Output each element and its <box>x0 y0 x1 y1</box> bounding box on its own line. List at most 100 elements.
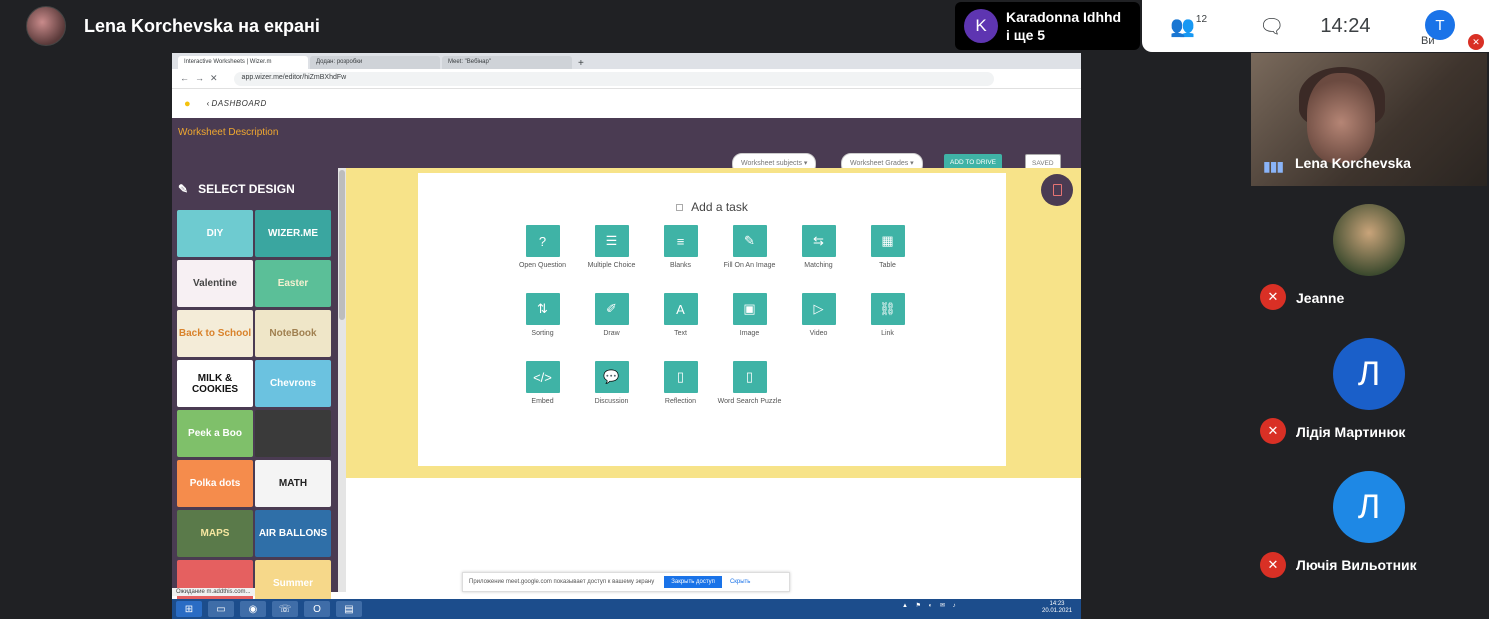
checkbox-icon <box>676 204 684 211</box>
task-type-button[interactable]: ☰ Multiple Choice <box>577 225 646 293</box>
task-type-icon: ⛓ <box>870 293 905 325</box>
other-participant-name: Karadonna Idhhd <box>1006 9 1122 25</box>
meeting-controls: 👥 12 🗨 14:24 T Ви ✕ <box>1142 0 1489 52</box>
worksheet-description[interactable]: Worksheet Description <box>178 127 278 138</box>
design-thumbnail[interactable]: DIY <box>177 210 253 257</box>
task-type-button[interactable]: ⛓ Link <box>853 293 922 361</box>
design-thumbnail[interactable]: Back to School <box>177 310 253 357</box>
chrome-icon[interactable]: ◉ <box>240 601 266 617</box>
browser-tab[interactable]: Interactive Worksheets | Wizer.m <box>178 56 308 69</box>
browser-tab[interactable]: Додан: розробки <box>310 56 440 69</box>
task-type-icon: ☰ <box>594 225 629 257</box>
design-thumbnail[interactable]: Valentine <box>177 260 253 307</box>
task-type-button[interactable]: ▯ Word Search Puzzle <box>715 361 784 429</box>
avatar <box>1333 204 1405 276</box>
task-type-icon: ▯ <box>732 361 767 393</box>
browser-tab[interactable]: Meet: "Вебінар" <box>442 56 572 69</box>
design-thumbnail[interactable]: NoteBook <box>255 310 331 357</box>
notice-text: Приложение meet.google.com показывает до… <box>469 579 655 585</box>
opera-icon[interactable]: O <box>304 601 330 617</box>
task-type-label: Open Question <box>518 262 567 269</box>
new-tab-icon[interactable]: + <box>578 58 584 69</box>
task-type-button[interactable]: ✎ Fill On An Image <box>715 225 784 293</box>
bulb-icon: ● <box>184 97 191 110</box>
task-type-button[interactable]: ✐ Draw <box>577 293 646 361</box>
muted-icon: ✕ <box>1260 418 1286 444</box>
task-type-button[interactable]: 💬 Discussion <box>577 361 646 429</box>
browser-addressbar: ←→✕ app.wizer.me/editor/hiZmBXhdFw <box>172 69 1081 89</box>
participant-tile[interactable]: ✕ Jeanne <box>1251 190 1487 320</box>
presenter-title: Lena Korchevska на екрані <box>84 15 320 36</box>
task-type-icon: ⇅ <box>525 293 560 325</box>
task-type-button[interactable]: ≡ Blanks <box>646 225 715 293</box>
mobile-preview-button[interactable] <box>1041 174 1073 206</box>
task-type-icon: ? <box>525 225 560 257</box>
self-muted-icon: ✕ <box>1468 34 1484 50</box>
meeting-clock: 14:24 <box>1320 14 1371 37</box>
design-thumbnail[interactable]: Polka dots <box>177 460 253 507</box>
design-thumbnail[interactable]: Easter <box>255 260 331 307</box>
explorer-icon[interactable]: ▭ <box>208 601 234 617</box>
design-grid: DIY WIZER.ME Valentine Easter Back to School… <box>172 210 338 607</box>
phone-icon <box>1052 184 1062 196</box>
design-thumbnail[interactable]: MILK & COOKIES <box>177 360 253 407</box>
participant-tile[interactable]: Л ✕ Лючія Вильотник <box>1251 465 1487 587</box>
dashboard-link[interactable]: DASHBOARD <box>212 99 267 108</box>
people-button[interactable]: 👥 12 <box>1170 14 1207 39</box>
design-thumbnail[interactable]: Chevrons <box>255 360 331 407</box>
design-thumbnail[interactable]: MATH <box>255 460 331 507</box>
select-design-header: ✎ SELECT DESIGN <box>172 168 338 210</box>
design-thumbnail[interactable]: Peek a Boo <box>177 410 253 457</box>
stop-sharing-button[interactable]: Закрыть доступ <box>664 576 722 588</box>
task-type-button[interactable]: ▷ Video <box>784 293 853 361</box>
system-tray-icon[interactable]: ▲ ⚑ ◐ ✉ ♪ <box>902 602 959 609</box>
task-type-button[interactable]: ▯ Reflection <box>646 361 715 429</box>
task-type-icon: </> <box>525 361 560 393</box>
task-type-button[interactable]: ▦ Table <box>853 225 922 293</box>
hide-notice-link[interactable]: Скрыть <box>730 579 750 585</box>
add-task-label: Add a task <box>691 200 748 214</box>
participant-tile[interactable]: Л ✕ Лідія Мартинюк <box>1251 330 1487 455</box>
screen-share-notice: Приложение meet.google.com показывает до… <box>462 572 790 592</box>
select-design-label: SELECT DESIGN <box>198 182 295 196</box>
task-type-button[interactable]: ⇆ Matching <box>784 225 853 293</box>
add-task-heading: Add a task <box>418 200 1006 214</box>
task-card: Add a task ? Open Question ☰ Multiple Choic… <box>418 173 1006 466</box>
task-type-icon: ▷ <box>801 293 836 325</box>
task-type-label: Matching <box>804 262 833 269</box>
design-thumbnail[interactable] <box>255 410 331 457</box>
task-type-button[interactable]: </> Embed <box>508 361 577 429</box>
task-type-icon: ▯ <box>663 361 698 393</box>
task-type-label: Image <box>739 330 760 337</box>
task-type-label: Word Search Puzzle <box>717 398 782 405</box>
viber-icon[interactable]: ☏ <box>272 601 298 617</box>
task-type-label: Text <box>674 330 687 337</box>
app-icon[interactable]: ▤ <box>336 601 362 617</box>
presenter-avatar <box>26 6 66 46</box>
task-type-icon: ✐ <box>594 293 629 325</box>
task-type-label: Reflection <box>664 398 697 405</box>
task-type-button[interactable]: ? Open Question <box>508 225 577 293</box>
other-participants-pill[interactable]: K Karadonna Idhhd і ще 5 <box>955 2 1140 50</box>
task-type-button[interactable]: A Text <box>646 293 715 361</box>
task-type-label: Embed <box>531 398 554 405</box>
windows-taskbar: ⊞ ▭ ◉ ☏ O ▤ ▲ ⚑ ◐ ✉ ♪ 14:23 20.01.2021 <box>172 599 1081 619</box>
design-thumbnail[interactable]: MAPS <box>177 510 253 557</box>
scrollbar-thumb[interactable] <box>339 170 345 320</box>
design-thumbnail[interactable]: AIR BALLONS <box>255 510 331 557</box>
nav-arrows-icon[interactable]: ←→✕ <box>180 73 224 84</box>
speaking-icon: ▮▮▮ <box>1263 158 1284 174</box>
pencil-icon: ✎ <box>178 182 189 196</box>
participant-tile-video[interactable]: ▮▮▮ Lena Korchevska <box>1251 53 1487 186</box>
chat-button[interactable]: 🗨 <box>1259 14 1284 39</box>
browser-tabstrip: Interactive Worksheets | Wizer.m Додан: … <box>172 53 1081 69</box>
task-type-button[interactable]: ▣ Image <box>715 293 784 361</box>
task-type-label: Video <box>809 330 828 337</box>
participants-count: 12 <box>1195 13 1208 25</box>
start-icon[interactable]: ⊞ <box>176 601 202 617</box>
dashboard-bar: ● ‹ DASHBOARD <box>172 89 1081 118</box>
url-field[interactable]: app.wizer.me/editor/hiZmBXhdFw <box>233 71 994 86</box>
sidebar-scrollbar[interactable] <box>338 168 346 592</box>
design-thumbnail[interactable]: WIZER.ME <box>255 210 331 257</box>
task-type-button[interactable]: ⇅ Sorting <box>508 293 577 361</box>
